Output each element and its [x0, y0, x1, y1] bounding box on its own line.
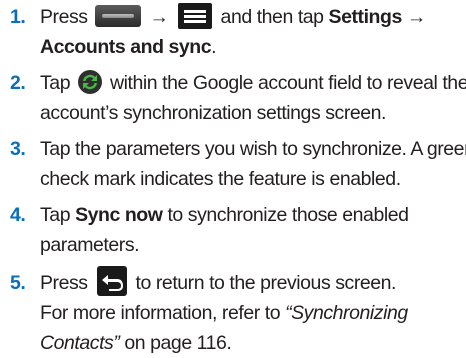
text: account’s synchronization settings scree…	[40, 102, 387, 124]
accounts-sync-label: Accounts and sync	[40, 36, 212, 58]
text: parameters.	[40, 234, 140, 256]
page-reference: on page 116.	[124, 332, 232, 354]
step-1-line-1: Press → and then tap Settings →	[40, 2, 426, 32]
text: within the Google account field to revea…	[110, 72, 466, 94]
step-number: 2.	[10, 72, 26, 94]
text: to return to the previous screen.	[135, 272, 397, 294]
text: Tap	[40, 72, 71, 94]
step-number: 4.	[10, 204, 26, 226]
back-key-icon	[96, 265, 127, 296]
step-number: 1.	[10, 6, 26, 28]
step-3: 3. Tap the parameters you wish to synchr…	[0, 134, 466, 194]
text: check mark indicates the feature is enab…	[40, 168, 401, 190]
step-number: 3.	[10, 138, 26, 160]
step-1-line-2: Accounts and sync.	[40, 32, 217, 62]
text: Tap	[40, 204, 71, 226]
step-4-line-1: Tap Sync now to synchronize those enable…	[40, 200, 409, 230]
step-3-line-2: check mark indicates the feature is enab…	[40, 164, 401, 194]
text: and then tap	[220, 6, 324, 28]
step-5-line-1: Press to return to the previous screen.	[40, 265, 397, 299]
arrow: →	[149, 6, 170, 28]
reference-title: “Synchronizing	[285, 302, 408, 324]
reference-title: Contacts”	[40, 332, 120, 354]
text: Press	[40, 272, 88, 294]
step-1: 1. Press → and then tap Settings → Accou…	[0, 2, 466, 62]
menu-key-icon	[177, 2, 212, 29]
settings-label: Settings →	[328, 6, 427, 28]
text: Press	[40, 6, 88, 28]
step-4: 4. Tap Sync now to synchronize those ena…	[0, 200, 466, 260]
sync-icon	[77, 69, 103, 95]
step-2: 2. Tap within the Google account field t…	[0, 68, 466, 128]
instruction-document: 1. Press → and then tap Settings → Accou…	[0, 0, 466, 354]
step-3-line-1: Tap the parameters you wish to synchroni…	[40, 134, 466, 164]
period: .	[211, 36, 217, 58]
step-4-line-2: parameters.	[40, 230, 140, 260]
step-2-line-2: account’s synchronization settings scree…	[40, 98, 386, 128]
home-key-icon	[94, 4, 141, 27]
step-5: 5. Press to return to the previous scree…	[0, 265, 466, 354]
step-5-line-3: Contacts” on page 116.	[40, 328, 232, 358]
text: to synchronize those enabled	[167, 204, 409, 226]
text: For more information, refer to	[40, 302, 281, 324]
step-2-line-1: Tap within the Google account field to r…	[40, 68, 466, 98]
step-number: 5.	[10, 272, 26, 294]
step-5-line-2: For more information, refer to “Synchron…	[40, 298, 408, 328]
text: Tap the parameters you wish to synchroni…	[40, 138, 466, 160]
sync-now-label: Sync now	[75, 204, 163, 226]
